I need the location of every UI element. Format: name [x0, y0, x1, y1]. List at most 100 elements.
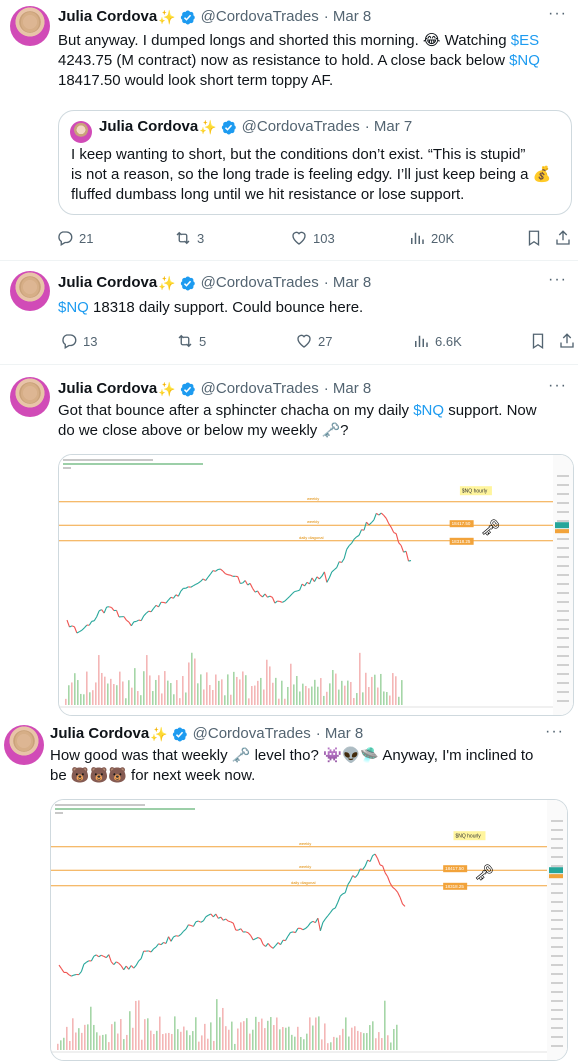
action-bar: 13 5 27 6.6K [0, 331, 578, 351]
verified-badge-icon [180, 276, 195, 290]
views-count: 6.6K [435, 333, 462, 349]
quoted-text: I keep wanting to short, but the conditi… [71, 146, 552, 203]
tweet-date[interactable]: · Mar 8 [324, 273, 372, 293]
like-button[interactable]: 103 [290, 229, 335, 247]
author-handle[interactable]: @CordovaTrades [201, 379, 319, 399]
chart-svg: weekly weekly daily diagonal $NQ hourly 1841… [59, 455, 573, 715]
reply-button[interactable]: 13 [60, 332, 97, 350]
level-label: weekly [307, 519, 319, 524]
price-tag: 18417.50 [445, 866, 464, 871]
bookmark-button[interactable] [529, 332, 547, 350]
views-icon [415, 335, 428, 347]
author-name[interactable]: Julia Cordova [58, 273, 157, 293]
avatar [70, 121, 92, 143]
repost-button[interactable]: 5 [176, 332, 206, 350]
chart-image[interactable]: weekly weekly daily diagonal $NQ hourly 1841… [50, 799, 568, 1061]
cashtag-link[interactable]: $ES [511, 32, 539, 49]
author-handle[interactable]: @CordovaTrades [201, 273, 319, 293]
avatar[interactable] [10, 271, 50, 311]
repost-icon [176, 231, 190, 245]
action-bar: 21 3 103 20K [0, 228, 578, 248]
views-button[interactable]: 6.6K [412, 332, 462, 350]
level-label: daily diagonal [291, 880, 316, 885]
bookmark-icon [528, 230, 540, 247]
repost-button[interactable]: 3 [174, 229, 204, 247]
author-name[interactable]: Julia Cordova [58, 7, 157, 27]
tweet[interactable]: Julia Cordova ✨ @CordovaTrades · Mar 8 ·… [0, 717, 578, 1061]
key-icon: 🗝 [480, 518, 500, 537]
heart-icon [297, 334, 311, 348]
author-name[interactable]: Julia Cordova [58, 379, 157, 399]
like-count: 103 [313, 230, 335, 246]
reply-icon [58, 231, 73, 246]
cashtag-link[interactable]: $NQ [413, 402, 444, 419]
share-icon [556, 230, 570, 245]
verified-badge-icon [172, 727, 187, 741]
reply-button[interactable]: 21 [56, 229, 93, 247]
level-label: weekly [299, 864, 311, 869]
verified-badge-icon [180, 382, 195, 396]
avatar[interactable] [4, 725, 44, 765]
tweet-date[interactable]: · Mar 8 [316, 724, 364, 744]
price-tag: 18318.25 [445, 884, 464, 889]
sparkle-icon: ✨ [150, 726, 168, 742]
cashtag-link[interactable]: $NQ [58, 299, 89, 316]
more-icon[interactable]: ··· [548, 377, 567, 395]
tweet-date[interactable]: · Mar 8 [324, 379, 372, 399]
chart-title-badge: $NQ hourly [455, 834, 481, 840]
repost-count: 5 [199, 333, 207, 349]
reply-count: 13 [83, 333, 98, 349]
sparkle-icon: ✨ [158, 381, 176, 397]
like-button[interactable]: 27 [295, 332, 332, 350]
author-handle: @CordovaTrades [241, 118, 360, 135]
repost-icon [178, 334, 192, 348]
reply-icon [62, 334, 77, 349]
quoted-tweet[interactable]: Julia Cordova ✨ @CordovaTrades · Mar 7 I… [58, 110, 572, 215]
views-count: 20K [431, 230, 455, 246]
more-icon[interactable]: ··· [548, 5, 567, 23]
chart-image[interactable]: weekly weekly daily diagonal $NQ hourly 1841… [58, 454, 574, 716]
share-button[interactable] [554, 229, 572, 247]
avatar[interactable] [10, 377, 50, 417]
verified-badge-icon [221, 120, 236, 134]
author-handle[interactable]: @CordovaTrades [201, 7, 319, 27]
more-icon[interactable]: ··· [545, 723, 564, 741]
key-icon: 🗝 [474, 863, 494, 882]
cashtag-link[interactable]: $NQ [509, 52, 540, 69]
chart-title-badge: $NQ hourly [462, 489, 488, 495]
bookmark-button[interactable] [525, 229, 543, 247]
tweet[interactable]: Julia Cordova ✨ @CordovaTrades · Mar 8 ·… [0, 261, 578, 364]
tweet-text: But anyway. I dumped longs and shorted t… [58, 32, 540, 89]
author-name: Julia Cordova [99, 118, 199, 135]
level-label: weekly [307, 496, 319, 501]
level-label: weekly [299, 841, 311, 846]
author-handle[interactable]: @CordovaTrades [193, 724, 311, 744]
price-tag: 18318.25 [452, 539, 471, 544]
sparkle-icon: ✨ [158, 275, 176, 291]
bookmark-icon [532, 333, 544, 350]
like-count: 27 [318, 333, 333, 349]
avatar[interactable] [10, 6, 50, 46]
heart-icon [292, 231, 306, 245]
reply-count: 21 [79, 230, 94, 246]
share-button[interactable] [558, 332, 576, 350]
sparkle-icon: ✨ [158, 9, 176, 25]
sparkle-icon: ✨ [199, 119, 217, 135]
tweet[interactable]: Julia Cordova ✨ @CordovaTrades · Mar 8 ·… [0, 365, 578, 716]
author-name[interactable]: Julia Cordova [50, 724, 149, 744]
tweet[interactable]: Julia Cordova ✨ @CordovaTrades · Mar 8 ·… [0, 0, 578, 262]
tweet-text: $NQ 18318 daily support. Could bounce he… [58, 299, 364, 316]
level-label: daily diagonal [299, 535, 324, 540]
tweet-date[interactable]: · Mar 8 [324, 7, 372, 27]
verified-badge-icon [180, 10, 195, 24]
more-icon[interactable]: ··· [548, 271, 567, 289]
views-icon [411, 232, 424, 244]
views-button[interactable]: 20K [408, 229, 454, 247]
tweet-date: · Mar 7 [364, 118, 413, 135]
tweet-text: How good was that weekly 🗝️ level tho? 👾… [50, 747, 534, 784]
repost-count: 3 [197, 230, 205, 246]
tweet-text: Got that bounce after a sphincter chacha… [58, 402, 537, 439]
chart-svg: weekly weekly daily diagonal $NQ hourly 1841… [51, 800, 567, 1060]
share-icon [560, 333, 574, 348]
price-tag: 18417.50 [452, 521, 471, 526]
